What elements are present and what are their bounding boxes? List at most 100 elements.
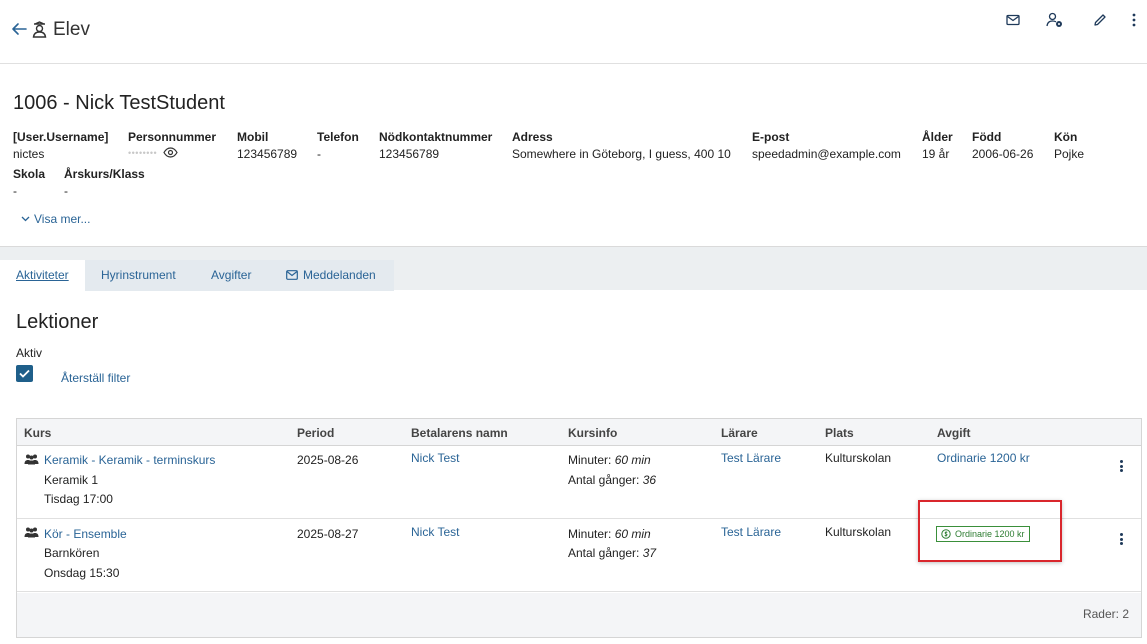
col-kurs[interactable]: Kurs bbox=[24, 426, 51, 440]
minutes-label: Minuter: bbox=[568, 527, 612, 541]
mail-button[interactable] bbox=[1003, 10, 1023, 30]
lessons-title: Lektioner bbox=[16, 311, 99, 333]
tab-hyrinstrument[interactable]: Hyrinstrument bbox=[85, 260, 195, 291]
payer-link[interactable]: Nick Test bbox=[411, 523, 459, 542]
col-avgift[interactable]: Avgift bbox=[937, 426, 971, 440]
user-settings-icon bbox=[1046, 12, 1062, 27]
nodkontakt-label: Nödkontaktnummer bbox=[379, 130, 493, 144]
aktiv-filter-label: Aktiv bbox=[16, 346, 43, 360]
col-period[interactable]: Period bbox=[297, 426, 334, 440]
highlight-annotation bbox=[918, 500, 1062, 562]
alder-label: Ålder bbox=[922, 130, 953, 144]
times-label: Antal gånger: bbox=[568, 473, 640, 487]
tab-bar: Aktiviteter Hyrinstrument Avgifter Medde… bbox=[0, 246, 1147, 291]
col-payer[interactable]: Betalarens namn bbox=[411, 426, 508, 440]
times-info: Antal gånger: 36 bbox=[568, 471, 656, 490]
page-title: Elev bbox=[53, 19, 90, 40]
aktiv-checkbox[interactable] bbox=[16, 365, 33, 382]
adress-label: Adress bbox=[512, 130, 553, 144]
kon-value: Pojke bbox=[1054, 147, 1085, 161]
kon-label: Kön bbox=[1054, 130, 1078, 144]
minutes-label: Minuter: bbox=[568, 453, 612, 467]
course-sub2: Tisdag 17:00 bbox=[44, 492, 113, 506]
checkmark-icon bbox=[19, 369, 30, 378]
more-vertical-icon bbox=[1132, 13, 1136, 27]
table-footer: Rader: 2 bbox=[17, 593, 1141, 637]
times-label: Antal gånger: bbox=[568, 546, 640, 560]
teacher-link[interactable]: Test Lärare bbox=[721, 523, 781, 542]
tab-meddelanden[interactable]: Meddelanden bbox=[270, 260, 394, 291]
course-sub2: Onsdag 15:30 bbox=[44, 566, 120, 580]
tab-hyrinstrument-label: Hyrinstrument bbox=[101, 268, 176, 282]
show-more-label: Visa mer... bbox=[34, 212, 91, 226]
location-value: Kulturskolan bbox=[825, 525, 892, 539]
tab-avgifter-label: Avgifter bbox=[211, 268, 252, 282]
minutes-info: Minuter: 60 min bbox=[568, 525, 651, 544]
tab-aktiviteter-label: Aktiviteter bbox=[16, 268, 69, 282]
show-more-link[interactable]: Visa mer... bbox=[21, 212, 90, 226]
minutes-info: Minuter: 60 min bbox=[568, 451, 651, 470]
course-sub1: Keramik 1 bbox=[44, 473, 99, 487]
epost-value: speedadmin@example.com bbox=[752, 147, 901, 161]
times-value: 36 bbox=[642, 473, 657, 487]
telefon-label: Telefon bbox=[317, 130, 359, 144]
personnummer-label: Personnummer bbox=[128, 130, 217, 144]
mobil-label: Mobil bbox=[237, 130, 269, 144]
tab-avgifter[interactable]: Avgifter bbox=[195, 260, 270, 291]
course-sub1: Barnkören bbox=[44, 546, 100, 560]
times-info: Antal gånger: 37 bbox=[568, 544, 656, 563]
adress-value: Somewhere in Göteborg, I guess, 400 10 bbox=[512, 147, 731, 161]
col-kursinfo[interactable]: Kursinfo bbox=[568, 426, 617, 440]
row-menu-button[interactable] bbox=[1117, 531, 1125, 547]
arskurs-value: - bbox=[64, 184, 68, 198]
location-value: Kulturskolan bbox=[825, 451, 892, 465]
telefon-value: - bbox=[317, 147, 321, 161]
fodd-value: 2006-06-26 bbox=[972, 147, 1034, 161]
chevron-down-icon bbox=[21, 216, 30, 222]
student-heading: 1006 - Nick TestStudent bbox=[13, 92, 225, 114]
skola-value: - bbox=[13, 184, 17, 198]
username-label: [User.Username] bbox=[13, 130, 109, 144]
period-value: 2025-08-27 bbox=[297, 527, 359, 541]
mail-icon bbox=[286, 270, 298, 280]
reset-filter-link[interactable]: Återställ filter bbox=[61, 371, 130, 385]
app-header: Elev bbox=[0, 0, 1147, 64]
times-value: 37 bbox=[642, 546, 657, 560]
course-link[interactable]: Keramik - Keramik - terminskurs bbox=[44, 451, 215, 470]
row-count: Rader: 2 bbox=[1082, 607, 1129, 621]
fodd-label: Född bbox=[972, 130, 1002, 144]
edit-pencil-icon bbox=[1094, 14, 1106, 26]
arskurs-label: Årskurs/Klass bbox=[64, 167, 145, 181]
personnummer-value: •••••••• bbox=[128, 147, 158, 158]
teacher-link[interactable]: Test Lärare bbox=[721, 449, 781, 468]
row-menu-button[interactable] bbox=[1117, 458, 1125, 474]
student-info: 1006 - Nick TestStudent [User.Username] … bbox=[0, 64, 1147, 246]
skola-label: Skola bbox=[13, 167, 46, 181]
epost-label: E-post bbox=[752, 130, 790, 144]
tab-aktiviteter[interactable]: Aktiviteter bbox=[0, 260, 85, 291]
course-link[interactable]: Kör - Ensemble bbox=[44, 525, 127, 544]
table-header: Kurs Period Betalarens namn Kursinfo Lär… bbox=[17, 419, 1141, 446]
nodkontakt-value: 123456789 bbox=[379, 147, 440, 161]
group-icon bbox=[24, 454, 39, 465]
back-arrow-icon[interactable] bbox=[10, 20, 28, 38]
group-icon bbox=[24, 527, 39, 538]
minutes-value: 60 min bbox=[614, 527, 651, 541]
user-settings-button[interactable] bbox=[1045, 10, 1065, 30]
payer-link[interactable]: Nick Test bbox=[411, 449, 459, 468]
eye-icon[interactable] bbox=[163, 147, 178, 158]
mobil-value: 123456789 bbox=[237, 147, 298, 161]
student-icon bbox=[32, 21, 47, 38]
alder-value: 19 år bbox=[922, 147, 950, 161]
username-value: nictes bbox=[13, 147, 45, 161]
fee-link[interactable]: Ordinarie 1200 kr bbox=[937, 449, 1030, 468]
col-larare[interactable]: Lärare bbox=[721, 426, 758, 440]
personnummer-field: •••••••• bbox=[128, 147, 178, 158]
more-options-button[interactable] bbox=[1124, 10, 1144, 30]
minutes-value: 60 min bbox=[614, 453, 651, 467]
period-value: 2025-08-26 bbox=[297, 453, 359, 467]
edit-button[interactable] bbox=[1090, 10, 1110, 30]
col-plats[interactable]: Plats bbox=[825, 426, 854, 440]
tab-meddelanden-label: Meddelanden bbox=[303, 268, 376, 282]
mail-icon bbox=[1006, 14, 1020, 26]
